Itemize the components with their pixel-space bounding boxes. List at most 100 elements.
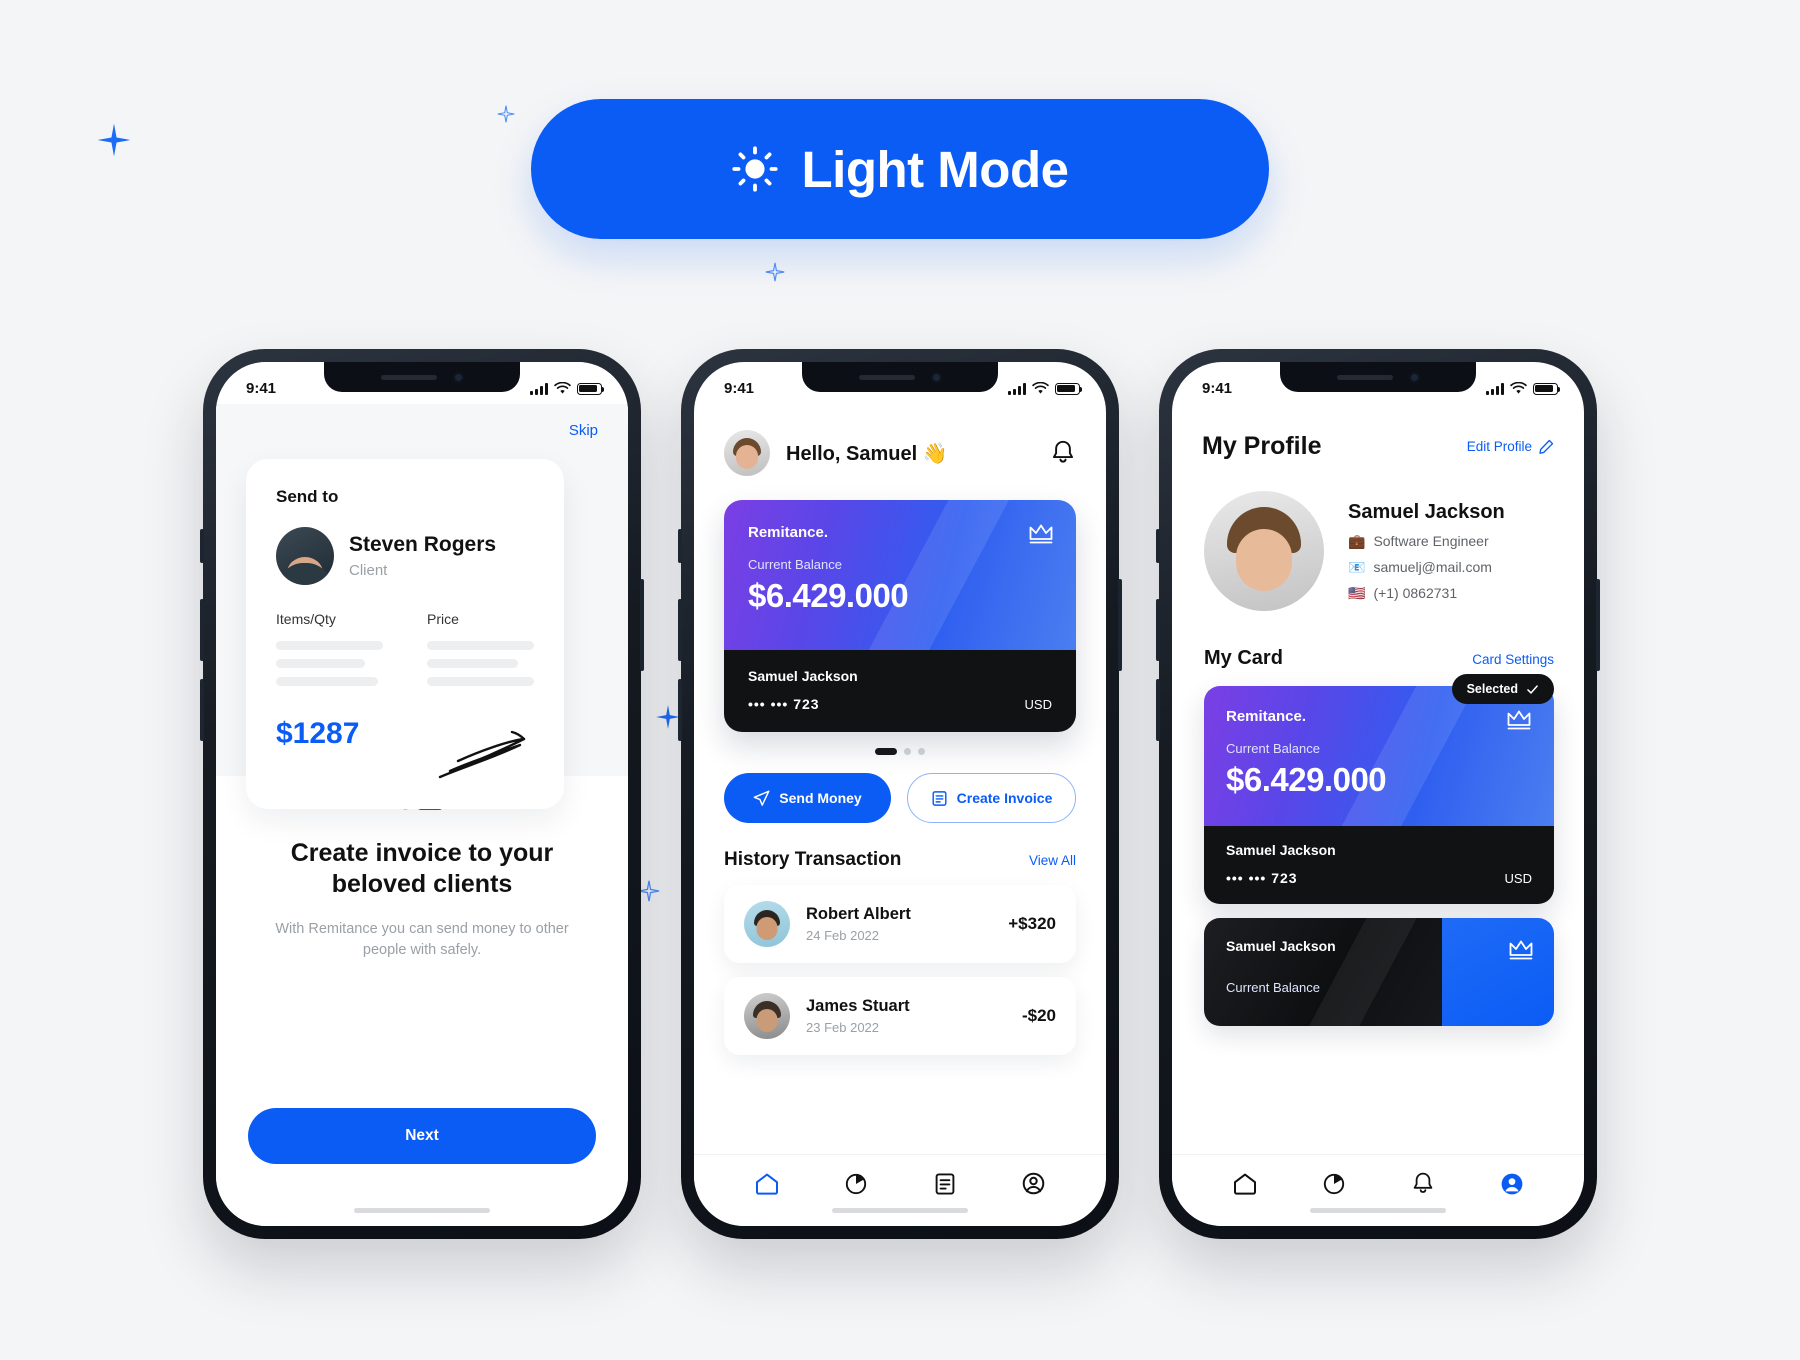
- card-secondary-left: Samuel Jackson Current Balance: [1204, 918, 1442, 1026]
- crown-icon: [1029, 524, 1053, 544]
- pencil-icon: [1539, 439, 1554, 454]
- balance-label: Current Balance: [1226, 980, 1320, 995]
- transaction-row[interactable]: James Stuart 23 Feb 2022 -$20: [724, 977, 1076, 1055]
- client-name: Steven Rogers: [349, 533, 497, 557]
- balance-card[interactable]: Remitance. Current Balance $6.429.000 Sa…: [724, 500, 1076, 732]
- profile-job: Software Engineer: [1373, 533, 1489, 549]
- home-icon: [755, 1173, 778, 1195]
- signal-icon: [530, 382, 548, 395]
- card-secondary[interactable]: Samuel Jackson Current Balance: [1204, 918, 1554, 1026]
- home-indicator[interactable]: [354, 1208, 490, 1213]
- page-title: My Profile: [1202, 432, 1322, 460]
- profile-name: Samuel Jackson: [1348, 500, 1505, 523]
- phone-profile: 9:41 My Profile Edit Profile Samuel Jack…: [1156, 349, 1600, 1239]
- status-badge[interactable]: Selected: [1451, 674, 1554, 704]
- volume-down-button[interactable]: [678, 679, 682, 741]
- transaction-row[interactable]: Robert Albert 24 Feb 2022 +$320: [724, 885, 1076, 963]
- transaction-amount: +$320: [1008, 914, 1056, 933]
- home-indicator[interactable]: [832, 1208, 968, 1213]
- carousel-dot[interactable]: [918, 748, 925, 755]
- card-number: ••• ••• 723: [748, 696, 820, 712]
- tab-home[interactable]: [1230, 1169, 1260, 1199]
- screen-onboarding: 9:41 Skip Send to Steven Rogers Client I…: [216, 362, 628, 1226]
- placeholder-line: [427, 641, 534, 650]
- card-primary[interactable]: Remitance. Current Balance $6.429.000 Sa…: [1204, 686, 1554, 904]
- tab-profile[interactable]: [1019, 1169, 1049, 1199]
- profile-email: samuelj@mail.com: [1373, 559, 1492, 575]
- avatar: [744, 993, 790, 1039]
- tab-home[interactable]: [752, 1169, 782, 1199]
- sparkle-icon: [638, 880, 660, 902]
- notch: [324, 362, 520, 392]
- front-camera: [930, 371, 942, 383]
- user-circle-icon: [1501, 1173, 1522, 1194]
- sparkle-icon: [765, 262, 785, 282]
- client-role: Client: [349, 561, 388, 579]
- my-card-wrapper: Selected Remitance. Current Balance $6.4…: [1204, 674, 1554, 904]
- client-row: Steven Rogers Client: [276, 527, 534, 585]
- sparkle-icon: [497, 105, 515, 123]
- carousel-dot-active[interactable]: [875, 748, 897, 755]
- balance-label: Current Balance: [1226, 741, 1320, 756]
- bell-icon: [1413, 1172, 1432, 1193]
- bottom-tab-bar: [694, 1154, 1106, 1226]
- card-carousel-pager[interactable]: [694, 748, 1106, 755]
- card-currency: USD: [1024, 696, 1052, 712]
- scroll-fade: [1172, 1114, 1584, 1154]
- send-money-button[interactable]: Send Money: [724, 773, 891, 823]
- edit-profile-label: Edit Profile: [1466, 439, 1532, 454]
- avatar[interactable]: [724, 430, 770, 476]
- power-button[interactable]: [1596, 579, 1600, 671]
- bottom-tab-bar: [1172, 1154, 1584, 1226]
- screen-profile: 9:41 My Profile Edit Profile Samuel Jack…: [1172, 362, 1584, 1226]
- view-all-button[interactable]: View All: [1029, 853, 1076, 868]
- next-button[interactable]: Next: [248, 1108, 596, 1164]
- tab-profile[interactable]: [1497, 1169, 1527, 1199]
- skip-button[interactable]: Skip: [569, 422, 598, 439]
- status-time: 9:41: [1202, 379, 1233, 397]
- send-to-label: Send to: [276, 487, 339, 506]
- speaker-grill: [380, 374, 437, 380]
- tab-invoices[interactable]: [930, 1169, 960, 1199]
- power-button[interactable]: [640, 579, 644, 671]
- tab-stats[interactable]: [841, 1169, 871, 1199]
- battery-icon: [577, 382, 605, 395]
- balance-value: $6.429.000: [1226, 761, 1387, 798]
- flag-icon: 🇺🇸: [1348, 584, 1366, 601]
- phone-home: 9:41 Hello, Samuel 👋 Remitance. Current …: [678, 349, 1122, 1239]
- create-invoice-button[interactable]: Create Invoice: [907, 773, 1076, 823]
- price-header: Price: [427, 611, 459, 627]
- card-primary-top: Remitance. Current Balance $6.429.000: [1204, 686, 1554, 826]
- signal-icon: [1486, 382, 1504, 395]
- speaker-grill: [1336, 374, 1393, 380]
- profile-header: My Profile Edit Profile: [1172, 404, 1584, 461]
- volume-down-button[interactable]: [1156, 679, 1160, 741]
- light-mode-toggle[interactable]: Light Mode: [531, 99, 1269, 239]
- my-card-title: My Card: [1204, 647, 1283, 669]
- balance-label: Current Balance: [748, 557, 842, 572]
- invoice-doc-icon: [932, 790, 947, 806]
- edit-profile-button[interactable]: Edit Profile: [1467, 439, 1554, 454]
- briefcase-icon: 💼: [1348, 532, 1366, 549]
- transaction-date: 24 Feb 2022: [806, 928, 880, 943]
- card-settings-button[interactable]: Card Settings: [1472, 652, 1554, 667]
- history-header: History Transaction View All: [694, 823, 1106, 871]
- signature-icon: [438, 730, 526, 779]
- notch: [1280, 362, 1476, 392]
- placeholder-line: [427, 677, 534, 686]
- home-indicator[interactable]: [1310, 1208, 1446, 1213]
- profile-email-row: 📧 samuelj@mail.com: [1348, 559, 1505, 576]
- front-camera: [452, 371, 464, 383]
- tab-notifications[interactable]: [1408, 1169, 1438, 1199]
- carousel-dot[interactable]: [904, 748, 911, 755]
- crown-icon: [1507, 710, 1531, 730]
- profile-summary: Samuel Jackson 💼 Software Engineer 📧 sam…: [1172, 461, 1584, 611]
- transaction-amount: -$20: [1021, 1006, 1056, 1025]
- bell-icon[interactable]: [1050, 439, 1076, 467]
- balance-value: $6.429.000: [748, 577, 909, 614]
- phone-onboarding: 9:41 Skip Send to Steven Rogers Client I…: [200, 349, 644, 1239]
- tab-stats[interactable]: [1319, 1169, 1349, 1199]
- power-button[interactable]: [1118, 579, 1122, 671]
- crown-icon: [1509, 940, 1533, 960]
- volume-down-button[interactable]: [200, 679, 204, 741]
